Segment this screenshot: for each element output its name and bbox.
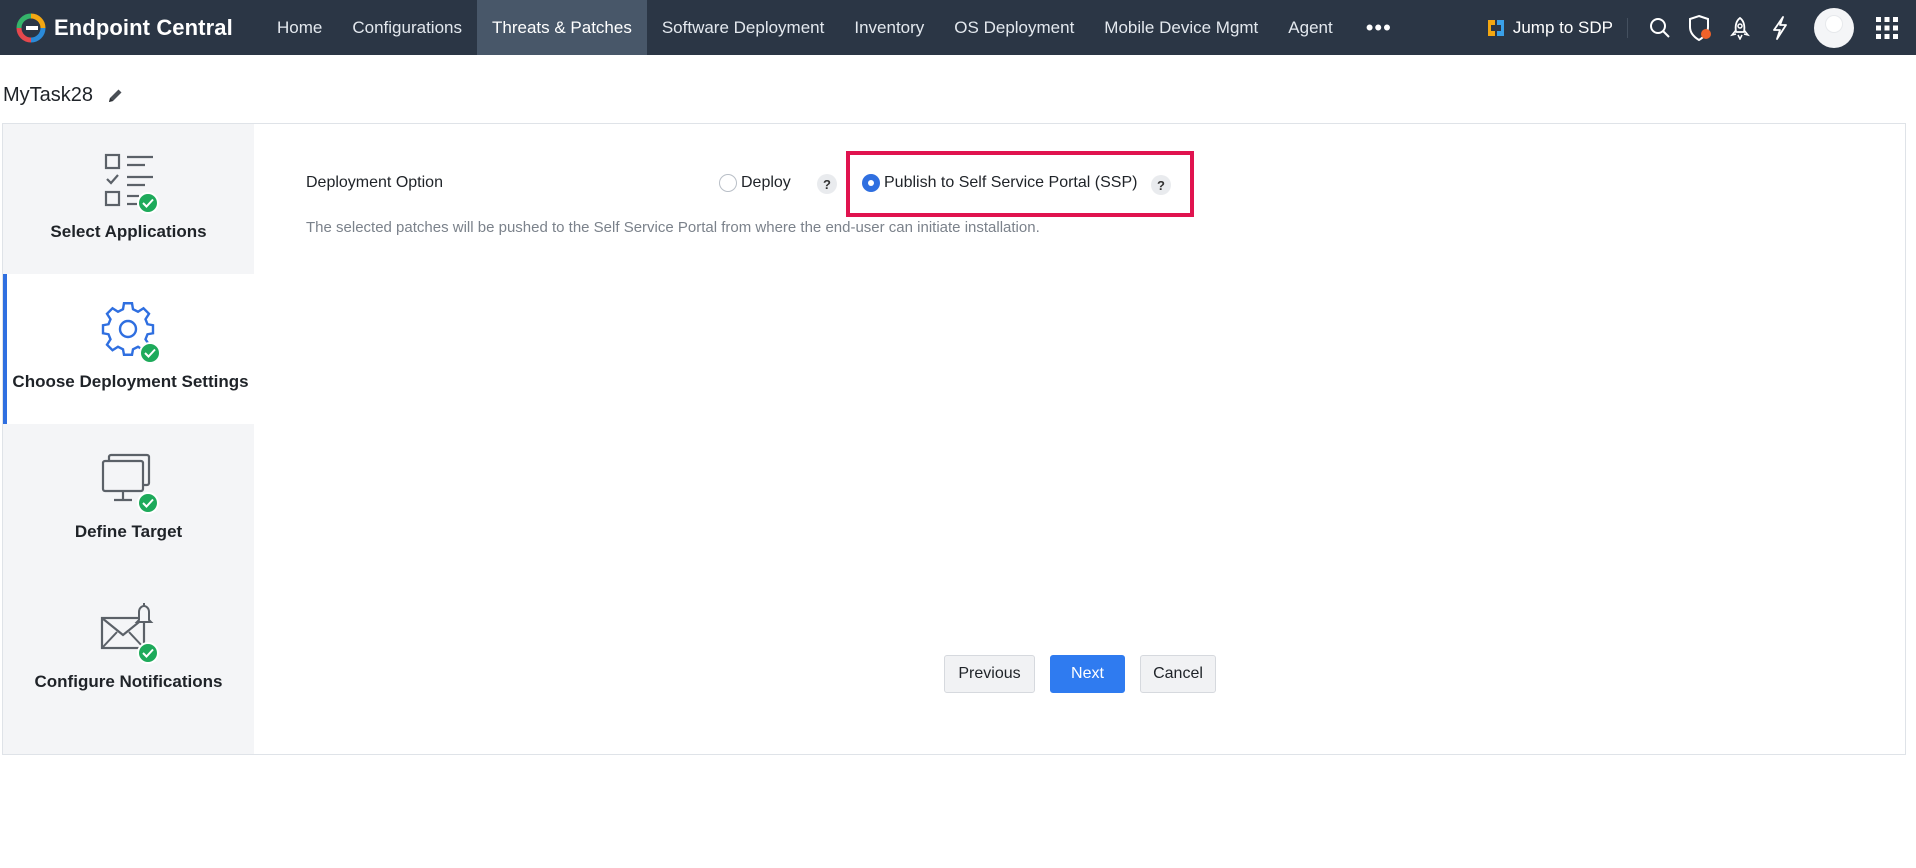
deployment-description: The selected patches will be pushed to t… (306, 219, 1040, 236)
apps-grid-icon[interactable] (1870, 0, 1904, 55)
deploy-help-icon[interactable]: ? (817, 174, 837, 194)
completed-check-icon (136, 192, 159, 214)
next-button[interactable]: Next (1050, 655, 1125, 693)
deploy-radio[interactable]: Deploy (719, 174, 791, 192)
step-choose-deployment-settings[interactable]: Choose Deployment Settings (3, 274, 254, 424)
completed-check-icon (138, 342, 161, 364)
deployment-option-label: Deployment Option (306, 174, 443, 191)
publish-ssp-radio-dot[interactable] (862, 174, 880, 192)
nav-configurations[interactable]: Configurations (337, 0, 477, 55)
jump-to-sdp-label: Jump to SDP (1512, 17, 1613, 37)
ssp-help-icon[interactable]: ? (1151, 175, 1171, 195)
wizard-panel: Select Applications Choose Deployment Se… (2, 123, 1906, 755)
publish-ssp-radio-label: Publish to Self Service Portal (SSP) (884, 174, 1138, 191)
page-title: MyTask28 (3, 84, 94, 106)
nav-home[interactable]: Home (262, 0, 337, 55)
gear-icon (101, 302, 161, 364)
endpoint-central-logo-icon (16, 13, 46, 42)
edit-pencil-icon[interactable] (107, 87, 124, 104)
monitor-icon (99, 452, 159, 514)
completed-check-icon (136, 492, 159, 514)
cancel-button[interactable]: Cancel (1140, 655, 1216, 693)
checklist-icon (99, 152, 159, 214)
deploy-radio-dot[interactable] (719, 174, 737, 192)
nav-agent[interactable]: Agent (1273, 0, 1347, 55)
nav-os-deployment[interactable]: OS Deployment (939, 0, 1089, 55)
rocket-icon[interactable] (1720, 0, 1760, 55)
shield-alert-icon[interactable] (1680, 0, 1720, 55)
step-label: Select Applications (50, 222, 207, 241)
more-menu-icon[interactable]: ••• (1348, 0, 1410, 55)
avatar[interactable] (1814, 7, 1854, 48)
previous-button[interactable]: Previous (944, 655, 1035, 693)
top-navigation-bar: Endpoint Central Home Configurations Thr… (0, 0, 1916, 55)
task-title-row: MyTask28 (3, 84, 124, 107)
brand[interactable]: Endpoint Central (0, 0, 262, 55)
step-label: Choose Deployment Settings (12, 372, 249, 391)
step-define-target[interactable]: Define Target (3, 424, 254, 574)
mail-bell-icon (99, 602, 159, 664)
top-right-tools: Jump to SDP (1487, 0, 1916, 55)
step-configure-notifications[interactable]: Configure Notifications (3, 574, 254, 724)
nav-mobile-device-mgmt[interactable]: Mobile Device Mgmt (1089, 0, 1273, 55)
nav-inventory[interactable]: Inventory (839, 0, 939, 55)
nav-software-deployment[interactable]: Software Deployment (647, 0, 840, 55)
step-select-applications[interactable]: Select Applications (3, 124, 254, 274)
brand-name: Endpoint Central (54, 14, 233, 40)
completed-check-icon (136, 642, 159, 664)
deployment-settings-content: Deployment Option Deploy ? Publish to Se… (254, 124, 1905, 754)
search-icon[interactable] (1640, 0, 1680, 55)
deploy-radio-label: Deploy (741, 174, 791, 191)
nav-threats-patches[interactable]: Threats & Patches (476, 0, 647, 55)
main-nav: Home Configurations Threats & Patches So… (262, 0, 1410, 55)
sdp-icon (1487, 19, 1504, 36)
step-label: Configure Notifications (34, 672, 223, 691)
jump-to-sdp-link[interactable]: Jump to SDP (1487, 17, 1628, 38)
publish-ssp-radio[interactable]: Publish to Self Service Portal (SSP) (862, 174, 1137, 192)
wizard-steps: Select Applications Choose Deployment Se… (3, 124, 254, 754)
step-label: Define Target (74, 522, 183, 541)
lightning-icon[interactable] (1760, 0, 1800, 55)
